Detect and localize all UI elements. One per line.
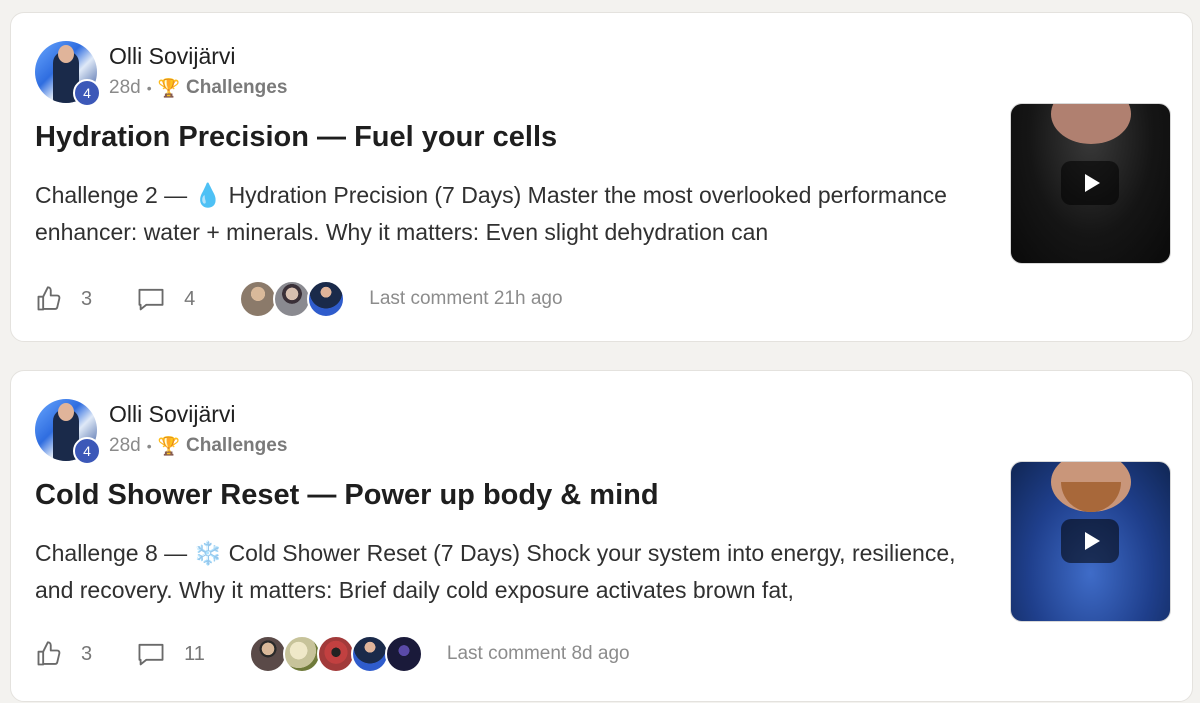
post-title[interactable]: Hydration Precision — Fuel your cells: [35, 121, 557, 154]
category-link[interactable]: Challenges: [186, 77, 287, 99]
commenter-avatar[interactable]: [384, 635, 423, 673]
post-card[interactable]: 4 Olli Sovijärvi 28d • 🏆 Challenges Cold…: [10, 370, 1193, 702]
post-excerpt: Challenge 8 — ❄️ Cold Shower Reset (7 Da…: [35, 540, 956, 603]
commenter-avatar[interactable]: [248, 635, 287, 673]
comment-button[interactable]: 4: [136, 285, 195, 313]
trophy-icon: 🏆: [157, 435, 181, 456]
commenter-avatar[interactable]: [350, 635, 389, 673]
author-name[interactable]: Olli Sovijärvi: [109, 401, 236, 428]
category-link[interactable]: Challenges: [186, 435, 287, 457]
post-age: 28d: [109, 435, 141, 456]
author-name[interactable]: Olli Sovijärvi: [109, 43, 236, 70]
last-comment-time: Last comment 21h ago: [369, 288, 563, 309]
play-icon[interactable]: [1061, 161, 1119, 205]
video-thumbnail[interactable]: [1010, 103, 1171, 264]
meta-separator: •: [146, 80, 152, 96]
play-icon[interactable]: [1061, 519, 1119, 563]
level-badge: 4: [73, 437, 101, 465]
post-card[interactable]: 4 Olli Sovijärvi 28d • 🏆 Challenges Hydr…: [10, 12, 1193, 342]
video-thumbnail[interactable]: [1010, 461, 1171, 622]
commenter-avatar[interactable]: [239, 280, 278, 318]
post-meta: 28d • 🏆 Challenges: [109, 435, 287, 457]
thumbs-up-icon: [37, 286, 61, 311]
last-comment-time: Last comment 8d ago: [446, 643, 630, 664]
thumbs-up-icon: [37, 641, 61, 666]
post-footer: 3 4 Last comment 21h ago: [35, 280, 563, 318]
commenter-avatars[interactable]: [239, 280, 346, 318]
comment-button[interactable]: 11: [136, 640, 205, 668]
level-badge: 4: [73, 79, 101, 107]
like-count: 3: [81, 642, 93, 665]
author-avatar[interactable]: 4: [35, 399, 101, 465]
comment-bubble-icon: [138, 288, 164, 311]
comment-count: 11: [184, 642, 205, 665]
commenter-avatar[interactable]: [282, 635, 321, 673]
post-title[interactable]: Cold Shower Reset — Power up body & mind: [35, 479, 659, 512]
comment-count: 4: [184, 287, 196, 310]
commenter-avatar[interactable]: [273, 280, 312, 318]
post-age: 28d: [109, 77, 141, 98]
post-feed: 4 Olli Sovijärvi 28d • 🏆 Challenges Hydr…: [0, 0, 1200, 703]
comment-bubble-icon: [138, 643, 164, 666]
author-avatar[interactable]: 4: [35, 41, 101, 107]
like-button[interactable]: 3: [35, 640, 92, 668]
commenter-avatars[interactable]: [248, 635, 423, 673]
meta-separator: •: [146, 438, 152, 454]
post-meta: 28d • 🏆 Challenges: [109, 77, 287, 99]
trophy-icon: 🏆: [157, 77, 181, 98]
post-excerpt: Challenge 2 — 💧 Hydration Precision (7 D…: [35, 182, 947, 245]
commenter-avatar[interactable]: [316, 635, 355, 673]
post-footer: 3 11 Last comment 8d ago: [35, 635, 630, 673]
commenter-avatar[interactable]: [307, 280, 346, 318]
like-count: 3: [81, 287, 93, 310]
like-button[interactable]: 3: [35, 285, 92, 313]
